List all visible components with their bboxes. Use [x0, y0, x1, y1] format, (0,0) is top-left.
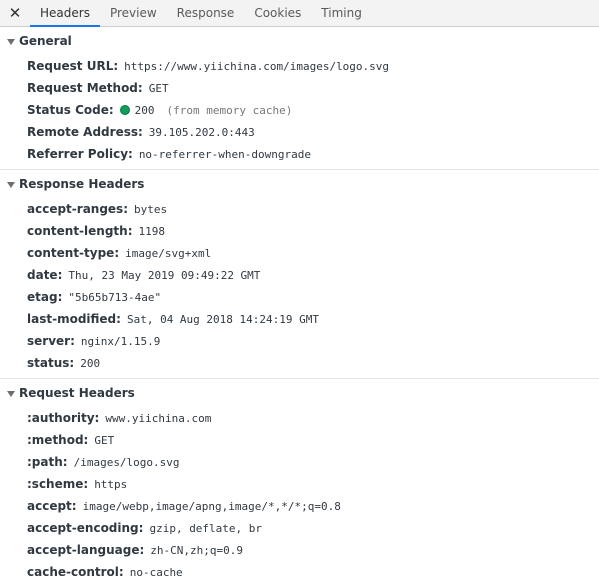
header-key: :authority:	[27, 411, 100, 425]
section-response-headers-header[interactable]: Response Headers	[0, 170, 599, 198]
section-general-header[interactable]: General	[0, 27, 599, 55]
response-header-row: server: nginx/1.15.9	[0, 330, 599, 352]
header-key: content-length:	[27, 224, 133, 238]
header-key: server:	[27, 334, 75, 348]
header-key: status:	[27, 356, 75, 370]
response-header-row: etag: "5b65b713-4ae"	[0, 286, 599, 308]
request-header-row: :scheme: https	[0, 473, 599, 495]
header-key: Status Code:	[27, 103, 114, 117]
headers-panel: General Request URL: https://www.yiichin…	[0, 27, 599, 583]
section-general-title: General	[19, 34, 72, 48]
request-header-row: accept-language: zh-CN,zh;q=0.9	[0, 539, 599, 561]
header-value: 1198	[138, 224, 166, 238]
close-icon[interactable]: ✕	[0, 0, 30, 26]
tab-response[interactable]: Response	[167, 0, 245, 26]
header-value: nginx/1.15.9	[80, 334, 161, 348]
section-response-headers-title: Response Headers	[19, 177, 145, 191]
tab-headers[interactable]: Headers	[30, 0, 100, 27]
header-key: content-type:	[27, 246, 120, 260]
header-key: last-modified:	[27, 312, 121, 326]
header-key: accept-encoding:	[27, 521, 144, 535]
tab-cookies[interactable]: Cookies	[244, 0, 311, 26]
general-status-code: Status Code: 200 (from memory cache)	[0, 99, 599, 121]
header-value: https	[94, 477, 128, 491]
header-value: 200	[80, 356, 101, 370]
tab-timing[interactable]: Timing	[311, 0, 372, 26]
devtools-tab-bar: ✕ Headers Preview Response Cookies Timin…	[0, 0, 599, 27]
response-header-row: last-modified: Sat, 04 Aug 2018 14:24:19…	[0, 308, 599, 330]
request-header-row: cache-control: no-cache	[0, 561, 599, 583]
header-key: Remote Address:	[27, 125, 143, 139]
header-key: cache-control:	[27, 565, 124, 579]
header-value: gzip, deflate, br	[149, 521, 263, 535]
header-value: bytes	[134, 202, 168, 216]
header-key: accept-ranges:	[27, 202, 128, 216]
request-header-row: accept-encoding: gzip, deflate, br	[0, 517, 599, 539]
section-request-headers-header[interactable]: Request Headers	[0, 379, 599, 407]
header-value: no-cache	[129, 565, 183, 579]
header-key: Request URL:	[27, 59, 119, 73]
general-remote-address: Remote Address: 39.105.202.0:443	[0, 121, 599, 143]
tab-preview[interactable]: Preview	[100, 0, 167, 26]
response-header-row: status: 200	[0, 352, 599, 374]
header-value: www.yiichina.com	[105, 411, 212, 425]
general-referrer-policy: Referrer Policy: no-referrer-when-downgr…	[0, 143, 599, 165]
response-header-row: date: Thu, 23 May 2019 09:49:22 GMT	[0, 264, 599, 286]
header-value: Sat, 04 Aug 2018 14:24:19 GMT	[126, 312, 320, 326]
header-value: GET	[94, 433, 115, 447]
cache-note: (from memory cache)	[166, 103, 293, 117]
status-ok-dot-icon	[119, 105, 130, 115]
section-request-headers-title: Request Headers	[19, 386, 135, 400]
header-value: image/svg+xml	[125, 246, 212, 260]
response-header-row: accept-ranges: bytes	[0, 198, 599, 220]
header-value: /images/logo.svg	[73, 455, 180, 469]
header-value: image/webp,image/apng,image/*,*/*;q=0.8	[82, 499, 341, 513]
request-header-row: :path: /images/logo.svg	[0, 451, 599, 473]
request-header-row: :authority: www.yiichina.com	[0, 407, 599, 429]
general-request-method: Request Method: GET	[0, 77, 599, 99]
request-header-row: accept: image/webp,image/apng,image/*,*/…	[0, 495, 599, 517]
header-key: accept-language:	[27, 543, 145, 557]
header-value: no-referrer-when-downgrade	[138, 147, 311, 161]
request-header-row: :method: GET	[0, 429, 599, 451]
header-key: etag:	[27, 290, 63, 304]
header-value: zh-CN,zh;q=0.9	[150, 543, 243, 557]
header-key: accept:	[27, 499, 77, 513]
expand-triangle-icon[interactable]	[7, 181, 15, 188]
response-header-row: content-type: image/svg+xml	[0, 242, 599, 264]
header-value: https://www.yiichina.com/images/logo.svg	[124, 59, 390, 73]
header-key: :path:	[27, 455, 68, 469]
general-request-url: Request URL: https://www.yiichina.com/im…	[0, 55, 599, 77]
header-key: Referrer Policy:	[27, 147, 133, 161]
header-value: 39.105.202.0:443	[148, 125, 255, 139]
expand-triangle-icon[interactable]	[7, 390, 15, 397]
header-value: "5b65b713-4ae"	[68, 290, 162, 304]
header-key: :scheme:	[27, 477, 89, 491]
header-value: Thu, 23 May 2019 09:49:22 GMT	[68, 268, 261, 282]
expand-triangle-icon[interactable]	[7, 38, 15, 45]
header-key: date:	[27, 268, 63, 282]
header-value: GET	[148, 81, 169, 95]
response-header-row: content-length: 1198	[0, 220, 599, 242]
header-key: :method:	[27, 433, 89, 447]
header-key: Request Method:	[27, 81, 143, 95]
header-value: 200	[134, 103, 155, 117]
